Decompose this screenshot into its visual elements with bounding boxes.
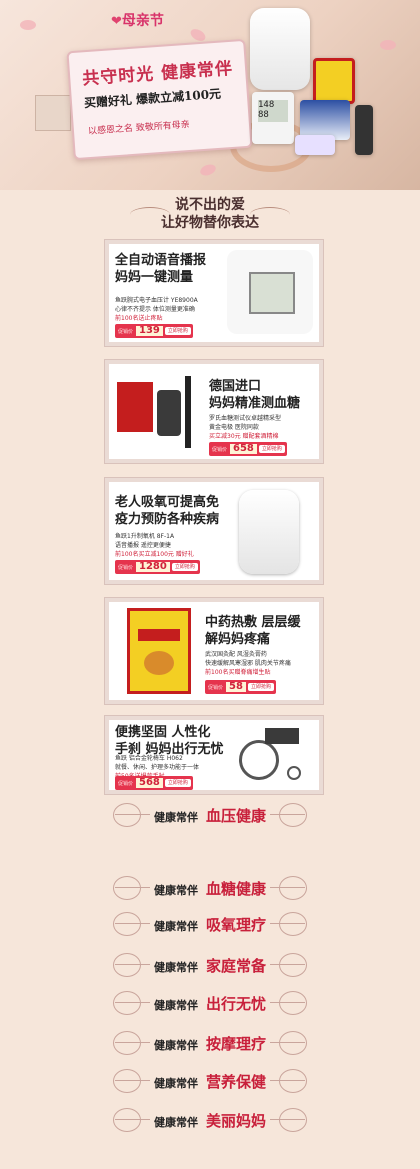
buy-now-button[interactable]: 立即抢购 xyxy=(164,779,191,787)
glucose-meter-image xyxy=(115,372,197,452)
banner-title: 共守时光 健康常伴 xyxy=(81,58,234,90)
buy-now-button[interactable]: 立即抢购 xyxy=(247,683,274,691)
product-card-oxygen[interactable]: 老人吸氧可提高免 疫力预防各种疾病 鱼跃1升制氧机 8F-1A 语音播报 遥控更… xyxy=(105,478,323,584)
product-card-blood-glucose[interactable]: 德国进口 妈妈精准测血糖 罗氏血糖测试仪卓越精采型 黄金电极 医院同款 买立减3… xyxy=(105,360,323,463)
banner-tagline: 以感恩之名 致敬所有母亲 xyxy=(87,119,191,138)
glucose-meter-image xyxy=(355,105,373,155)
price-value: 568 xyxy=(136,778,163,788)
product-card-herbal-patch[interactable]: 中药热敷 层层缓 解妈妈疼痛 武汉国灸配 风湿灸膏药 快速缓解风寒湿邪 肌肉关节… xyxy=(105,598,323,704)
product-title: 便携坚固 人性化 手刹 妈妈出行无忧 xyxy=(115,725,224,757)
headline-line2: 让好物替你表达 xyxy=(161,215,259,231)
section-headline: 说不出的爱 让好物替你表达 xyxy=(0,196,420,232)
mothers-day-logo: ❤母亲节 xyxy=(111,13,164,29)
category-link-blood-glucose[interactable]: 健康常伴 血糖健康 xyxy=(113,873,307,903)
wheelchair-image xyxy=(229,722,309,786)
medicine-box-image xyxy=(313,58,355,104)
category-link-home-essentials[interactable]: 健康常伴 家庭常备 xyxy=(113,950,307,980)
price-tag: 促销价 658 立即抢购 xyxy=(209,442,287,456)
headline-line1: 说不出的爱 xyxy=(175,197,245,213)
category-link-travel[interactable]: 健康常伴 出行无忧 xyxy=(113,988,307,1018)
product-desc: 鱼跃1升制氧机 8F-1A 语音播报 遥控更便捷 前100名买立减100元 赠好… xyxy=(115,533,194,558)
category-link-nutrition[interactable]: 健康常伴 营养保健 xyxy=(113,1066,307,1096)
slogan-card: 共守时光 健康常伴 买赠好礼 爆款立减100元 以感恩之名 致敬所有母亲 xyxy=(66,38,253,161)
price-tag: 促销价 58 立即抢购 xyxy=(205,680,276,694)
oxygen-concentrator-image xyxy=(250,8,310,90)
category-link-blood-pressure[interactable]: 健康常伴 血压健康 xyxy=(113,800,307,830)
product-card-blood-pressure[interactable]: 全自动语音播报 妈妈一键测量 鱼跃腕式电子血压计 YE8900A 心律不齐提示 … xyxy=(105,240,323,346)
category-link-massage[interactable]: 健康常伴 按摩理疗 xyxy=(113,1028,307,1058)
price-value: 658 xyxy=(230,444,257,454)
hero-banner: ❤母亲节 共守时光 健康常伴 买赠好礼 爆款立减100元 以感恩之名 致敬所有母… xyxy=(0,0,420,190)
wrist-bp-monitor-image xyxy=(227,250,313,334)
category-link-oxygen-therapy[interactable]: 健康常伴 吸氧理疗 xyxy=(113,909,307,939)
gift-box-icon xyxy=(35,95,71,131)
glucose-meter-box-image xyxy=(300,100,350,140)
herbal-patch-box-image xyxy=(127,608,191,694)
test-strips-image xyxy=(295,135,335,155)
price-tag: 促销价 139 立即抢购 xyxy=(115,324,193,338)
petal-decoration xyxy=(380,40,396,50)
petal-decoration xyxy=(198,162,218,178)
buy-now-button[interactable]: 立即抢购 xyxy=(171,563,198,571)
banner-subtitle: 买赠好礼 爆款立减100元 xyxy=(83,86,222,111)
price-value: 1280 xyxy=(136,562,170,572)
product-desc: 鱼跃腕式电子血压计 YE8900A 心律不齐提示 体位测量更准确 前100名送止… xyxy=(115,297,198,322)
price-tag: 促销价 1280 立即抢购 xyxy=(115,560,200,574)
category-link-beauty[interactable]: 健康常伴 美丽妈妈 xyxy=(113,1105,307,1135)
oxygen-concentrator-image xyxy=(239,490,299,574)
buy-now-button[interactable]: 立即抢购 xyxy=(258,445,285,453)
product-desc: 武汉国灸配 风湿灸膏药 快速缓解风寒湿邪 肌肉关节疼痛 前100名买赠脊痛增生贴 xyxy=(205,651,291,676)
product-title: 全自动语音播报 妈妈一键测量 xyxy=(115,253,207,285)
blood-pressure-monitor-image: 148 88 xyxy=(252,92,294,144)
product-title: 德国进口 妈妈精准测血糖 xyxy=(209,379,301,411)
price-tag: 促销价 568 立即抢购 xyxy=(115,776,193,790)
product-card-wheelchair[interactable]: 便携坚固 人性化 手刹 妈妈出行无忧 鱼跃 铝合金轮椅车 H062 就餐、休闲、… xyxy=(105,716,323,794)
price-value: 139 xyxy=(136,326,163,336)
product-title: 老人吸氧可提高免 疫力预防各种疾病 xyxy=(115,495,220,527)
product-title: 中药热敷 层层缓 解妈妈疼痛 xyxy=(205,615,301,647)
price-value: 58 xyxy=(226,682,246,692)
bp-display: 148 88 xyxy=(258,100,288,122)
product-desc: 罗氏血糖测试仪卓越精采型 黄金电极 医院同款 买立减30元 赠配套酒精棉 xyxy=(209,415,282,440)
petal-decoration xyxy=(20,20,36,30)
buy-now-button[interactable]: 立即抢购 xyxy=(164,327,191,335)
